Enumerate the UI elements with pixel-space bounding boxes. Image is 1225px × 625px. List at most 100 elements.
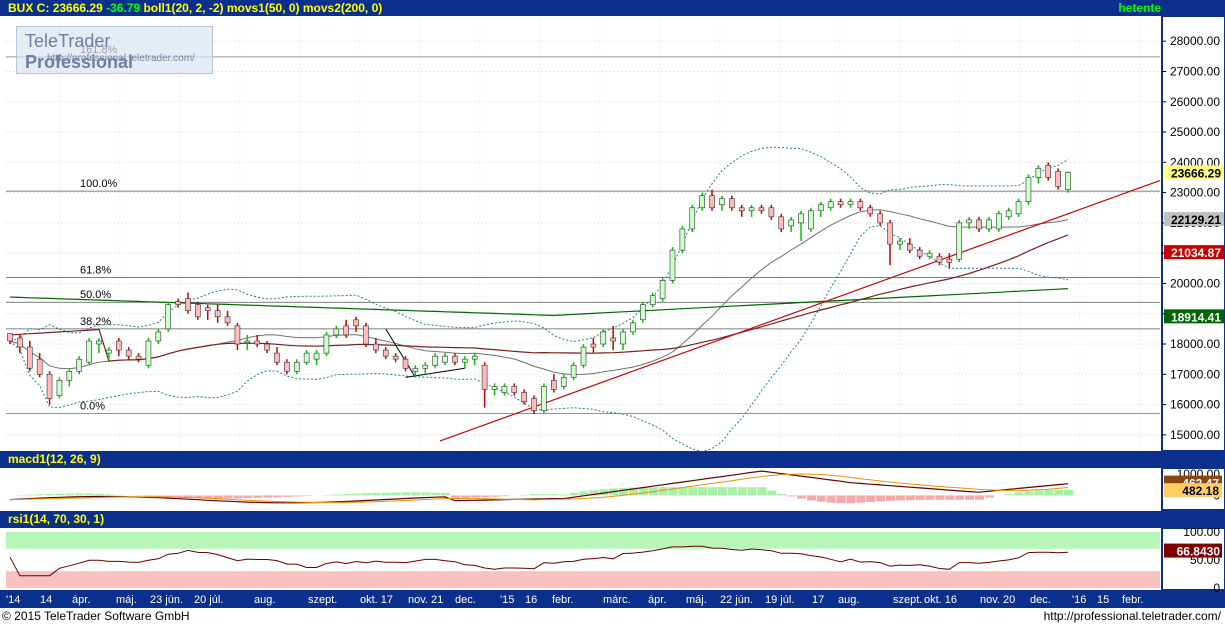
candle-body — [1065, 172, 1071, 190]
candle-body — [768, 207, 775, 218]
macd-label: macd1(12, 26, 9) — [8, 452, 101, 466]
macd-histogram-bar — [114, 494, 124, 496]
fibonacci-label: 0.0% — [80, 401, 105, 413]
candle-body — [659, 280, 666, 299]
candle-body — [580, 346, 587, 366]
main-panel-header: BUX C: 23666.29 -36.79 boll1(20, 2, -2) … — [0, 0, 1225, 16]
x-tick-label: máj. — [116, 594, 137, 606]
candle-body — [906, 243, 913, 251]
candle-body — [956, 222, 963, 260]
candle-body — [966, 219, 972, 224]
x-tick-label: nov. 21 — [408, 594, 443, 606]
macd-histogram-bar — [460, 495, 470, 499]
macd-histogram-bar — [866, 495, 876, 502]
candle-body — [1015, 201, 1022, 215]
candle-body — [145, 340, 152, 366]
macd-histogram-bar — [361, 493, 371, 496]
macd-histogram-bar — [292, 495, 302, 497]
x-tick-label: dec. — [1030, 594, 1051, 606]
candle-body — [719, 198, 725, 206]
macd-histogram-bar — [1044, 489, 1054, 496]
candle-body — [175, 301, 181, 305]
macd-histogram-bar — [25, 494, 35, 496]
macd-histogram-bar — [352, 493, 362, 496]
candle-body — [442, 355, 448, 363]
candle-body — [857, 201, 864, 209]
macd-histogram-bar — [1034, 490, 1044, 496]
macd-histogram-bar — [816, 495, 826, 502]
macd-histogram-bar — [381, 492, 391, 496]
rsi-label: rsi1(14, 70, 30, 1) — [8, 512, 105, 526]
rsi-panel-header: rsi1(14, 70, 30, 1) — [0, 511, 1225, 528]
candle-body — [808, 210, 814, 230]
candle-body — [244, 340, 251, 343]
candle-body — [76, 358, 83, 372]
period-label[interactable]: hetente — [1118, 0, 1161, 16]
candle-body — [541, 386, 547, 411]
candle-body — [363, 325, 369, 345]
macd-histogram-bar — [1004, 493, 1014, 496]
footer: © 2015 TeleTrader Software GmbH http://p… — [0, 608, 1225, 625]
candle-body — [432, 355, 438, 366]
candle-body — [818, 204, 824, 212]
macd-histogram-bar — [945, 495, 955, 500]
macd-histogram-bar — [549, 494, 559, 496]
candle-body — [115, 340, 122, 351]
candle-body — [649, 295, 656, 305]
footer-url[interactable]: http://professional.teletrader.com/ — [1044, 609, 1221, 623]
macd-histogram-bar — [886, 495, 896, 501]
x-tick-label: 14 — [40, 594, 52, 606]
price-tick-label: 25000.00 — [1170, 125, 1220, 139]
macd-histogram-bar — [905, 495, 915, 501]
candle-body — [7, 333, 13, 342]
x-tick-label: máj. — [686, 594, 707, 606]
x-tick-label: 20 júl. — [194, 594, 223, 606]
symbol-label: BUX C: — [8, 1, 50, 15]
candle-body — [46, 374, 53, 399]
candle-body — [867, 207, 874, 215]
candle-body — [26, 346, 33, 369]
macd-histogram-bar — [480, 495, 490, 498]
candle-body — [165, 304, 172, 330]
macd-histogram-bar — [935, 495, 945, 500]
macd-histogram-bar — [332, 494, 342, 496]
price-tick-label: 26000.00 — [1170, 95, 1220, 109]
x-tick-label: okt. 17 — [360, 594, 393, 606]
macd-histogram-bar — [717, 487, 727, 496]
candle-body — [106, 349, 112, 354]
fibonacci-label: 38.2% — [80, 316, 111, 328]
macd-histogram-bar — [787, 495, 797, 497]
candle-body — [17, 337, 23, 348]
macd-histogram-bar — [777, 493, 787, 496]
candle-body — [729, 198, 735, 209]
macd-panel-header: macd1(12, 26, 9) — [0, 451, 1225, 468]
macd-histogram-bar — [411, 492, 421, 496]
candle-body — [491, 386, 498, 390]
candle-body — [392, 355, 399, 360]
macd-histogram-bar — [243, 495, 253, 499]
candle-body — [926, 252, 933, 257]
candle-body — [96, 340, 102, 345]
candle-body — [402, 358, 409, 369]
candle-body — [630, 322, 636, 333]
macd-histogram-bar — [955, 495, 965, 500]
price-label: 22129.21 — [1171, 213, 1221, 227]
macd-price-label: 482.18 — [1182, 484, 1219, 498]
macd-histogram-bar — [104, 494, 114, 496]
macd-histogram-bar — [757, 487, 767, 496]
candle-body — [1045, 165, 1052, 178]
candle-body — [1035, 168, 1042, 178]
macd-histogram-bar — [708, 487, 718, 496]
macd-histogram-bar — [658, 487, 668, 496]
candle-body — [531, 398, 537, 411]
last-price: 23666.29 — [52, 1, 103, 15]
price-tick-label: 28000.00 — [1170, 34, 1220, 48]
candle-body — [125, 349, 132, 357]
candle-body — [887, 222, 893, 245]
x-tick-label: 15 — [1097, 594, 1109, 606]
x-tick-label: márc. — [603, 594, 631, 606]
macd-histogram-bar — [895, 495, 905, 501]
x-tick-label: okt. 16 — [924, 594, 957, 606]
macd-histogram-bar — [302, 495, 312, 496]
macd-histogram-bar — [371, 492, 381, 496]
